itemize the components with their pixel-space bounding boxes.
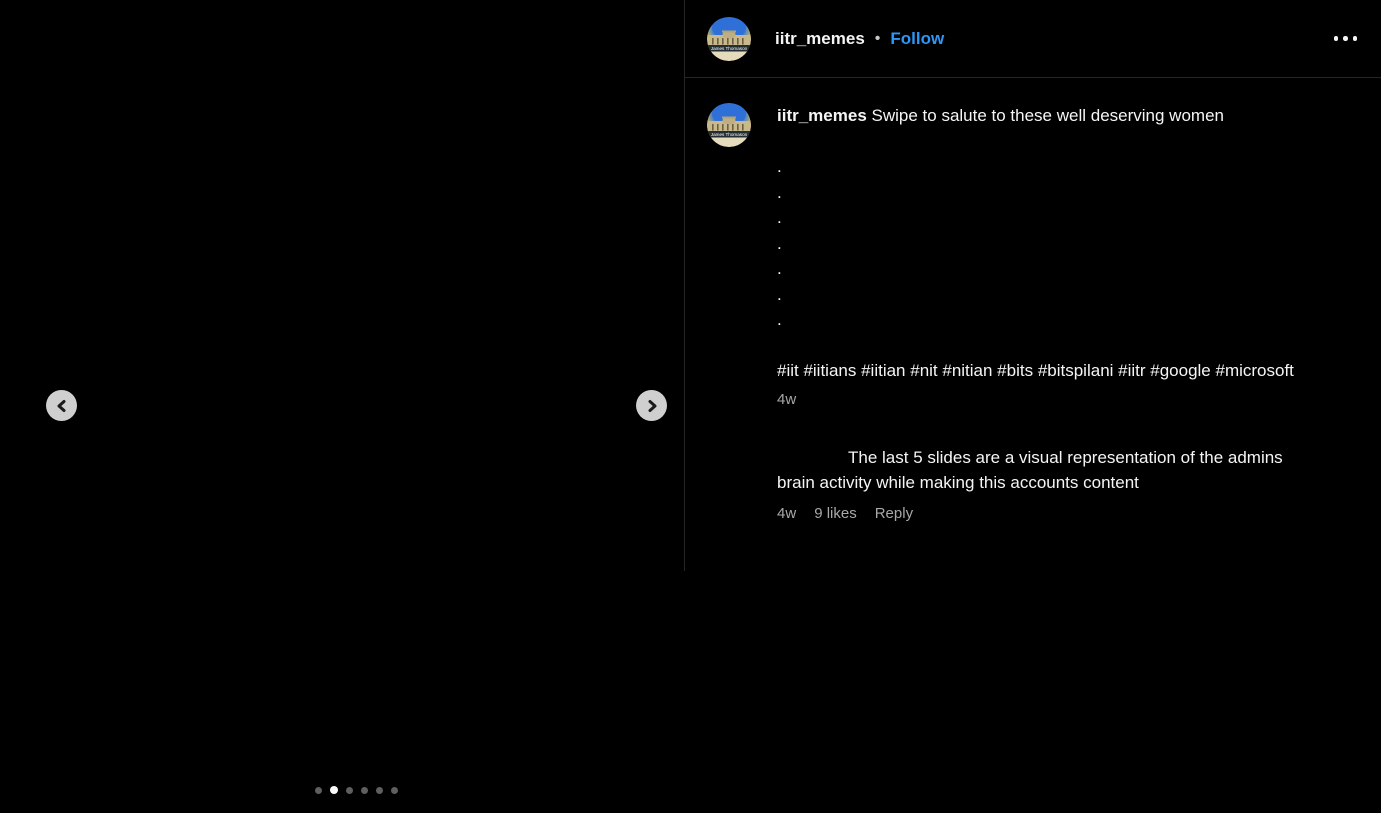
caption-body: Swipe to salute to these well deserving … xyxy=(777,106,1294,380)
carousel-dot-5[interactable] xyxy=(376,787,383,794)
caption-timestamp: 4w xyxy=(777,391,1337,408)
comments-section: James Thomason iitr_memes Swipe to salut… xyxy=(685,78,1381,522)
chevron-left-icon xyxy=(54,398,70,414)
caption-avatar[interactable]: James Thomason xyxy=(707,103,751,147)
comment-block: The last 5 slides are a visual represent… xyxy=(707,445,1359,522)
post-author-username[interactable]: iitr_memes xyxy=(775,29,865,49)
ellipsis-icon xyxy=(1353,36,1358,41)
more-options-button[interactable] xyxy=(1332,30,1360,47)
comment-timestamp: 4w xyxy=(777,505,796,522)
follow-button[interactable]: Follow xyxy=(890,29,944,49)
carousel-prev-button[interactable] xyxy=(46,390,77,421)
post-header: James Thomason iitr_memes • Follow xyxy=(685,0,1381,78)
carousel-dot-4[interactable] xyxy=(361,787,368,794)
ellipsis-icon xyxy=(1343,36,1348,41)
username-follow-separator: • xyxy=(875,30,881,48)
avatar-caption-text: James Thomason xyxy=(711,45,748,50)
post-details-panel: James Thomason iitr_memes • Follow xyxy=(684,0,1381,571)
caption-text: iitr_memes Swipe to salute to these well… xyxy=(777,103,1337,384)
carousel-dot-3[interactable] xyxy=(346,787,353,794)
carousel-next-button[interactable] xyxy=(636,390,667,421)
post-media xyxy=(0,0,684,813)
carousel-dots xyxy=(315,786,398,794)
avatar-caption-text: James Thomason xyxy=(711,132,748,137)
comment-avatar-hidden[interactable] xyxy=(707,445,751,489)
carousel-dot-6[interactable] xyxy=(391,787,398,794)
carousel-dot-2[interactable] xyxy=(330,786,338,794)
post-modal: James Thomason iitr_memes • Follow xyxy=(0,0,1381,813)
ellipsis-icon xyxy=(1334,36,1339,41)
comment-text: The last 5 slides are a visual represent… xyxy=(777,445,1287,496)
comment-likes[interactable]: 9 likes xyxy=(814,505,857,522)
chevron-right-icon xyxy=(644,398,660,414)
caption-block: James Thomason iitr_memes Swipe to salut… xyxy=(707,103,1359,408)
comment-meta: 4w 9 likes Reply xyxy=(777,505,1287,522)
avatar[interactable]: James Thomason xyxy=(707,17,751,61)
caption-username[interactable]: iitr_memes xyxy=(777,106,867,125)
comment-reply-button[interactable]: Reply xyxy=(875,505,913,522)
carousel-dot-1[interactable] xyxy=(315,787,322,794)
